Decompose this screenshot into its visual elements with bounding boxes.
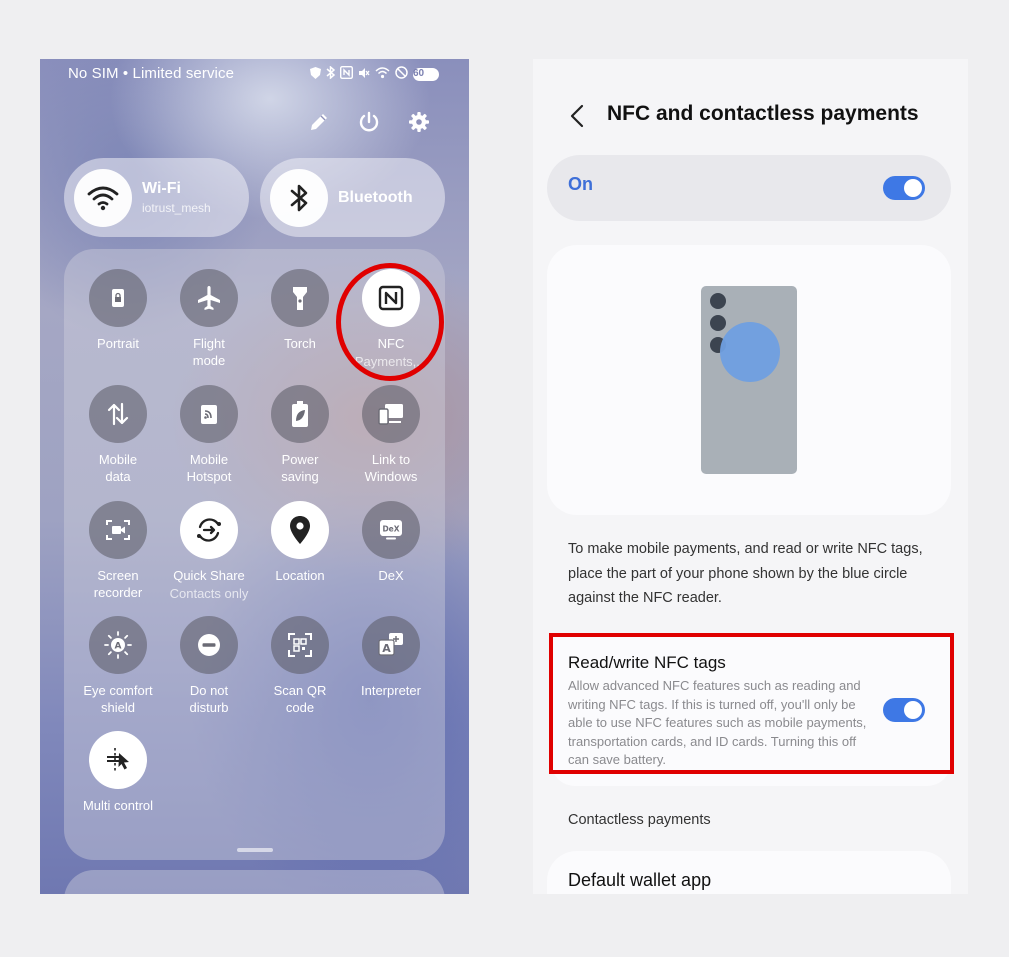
bluetooth-label: Bluetooth [338,188,413,206]
contactless-payments-section-label: Contactless payments [568,812,711,828]
media-panel [64,870,445,894]
tile-label: Multi control [82,798,154,813]
drag-handle[interactable] [237,848,273,852]
mobile-data-icon [89,385,147,443]
nfc-highlight-circle [336,263,444,381]
tile-label: Location [275,568,325,583]
quick-share-icon [180,501,238,559]
tile-label: Screen recorder [93,568,143,600]
page-title: NFC and contactless payments [607,102,919,125]
tile-label: DeX [378,568,404,583]
qr-scan-icon [271,616,329,674]
tile-label: Interpreter [361,683,421,698]
tile-label: Mobile Hotspot [186,452,232,484]
nfc-master-toggle-row[interactable]: On [547,155,951,221]
shield-icon [310,66,321,82]
wifi-status-icon [375,66,390,82]
tile-label: Quick Share [173,568,245,583]
tile-torch[interactable]: Torch [250,269,350,352]
multi-control-icon [89,731,147,789]
battery-leaf-icon [271,385,329,443]
tile-label: Torch [284,336,316,351]
camera-lens-icon [710,293,726,309]
svg-text:DeX: DeX [382,525,399,534]
tile-interpreter[interactable]: A Interpreter [341,616,441,699]
wifi-network-name: iotrust_mesh [142,201,211,215]
status-icons: 60 [310,65,439,82]
power-icon[interactable] [357,110,381,134]
tile-label: Mobile data [98,452,138,484]
svg-text:A: A [382,642,391,655]
nfc-master-switch[interactable] [883,176,925,200]
top-actions [307,110,431,134]
tile-mobile-hotspot[interactable]: Mobile Hotspot [159,385,259,485]
tile-quick-share[interactable]: Quick Share Contacts only [159,501,259,604]
nfc-illustration-card [547,245,951,515]
bluetooth-tile[interactable]: Bluetooth [260,158,445,237]
tile-location[interactable]: Location [250,501,350,584]
tile-screen-recorder[interactable]: Screen recorder [68,501,168,601]
tile-label: Flight mode [192,336,226,368]
battery-icon: 60 [413,67,439,81]
interpreter-icon: A [362,616,420,674]
lock-rotate-icon [89,269,147,327]
tile-label: Eye comfort shield [83,683,153,715]
dex-icon: DeX [362,501,420,559]
header: NFC and contactless payments [533,97,968,137]
bluetooth-icon [270,168,328,227]
tile-label: Portrait [97,336,139,351]
tile-scan-qr-code[interactable]: Scan QR code [250,616,350,716]
edit-pencil-icon[interactable] [307,110,331,134]
status-bar: No SIM • Limited service 60 [40,59,469,89]
tile-label: Power saving [281,452,319,484]
do-not-disturb-icon [180,616,238,674]
read-write-highlight-box [549,633,954,774]
location-pin-icon [271,501,329,559]
nfc-area-circle [720,322,780,382]
tile-link-to-windows[interactable]: Link to Windows [341,385,441,485]
tile-portrait[interactable]: Portrait [68,269,168,352]
phone-back-illustration [701,286,797,474]
nfc-status-icon [339,65,354,82]
back-arrow-icon[interactable] [567,103,589,129]
tile-label: Link to Windows [364,452,418,484]
canvas: No SIM • Limited service 60 Wi-Fi iotrus… [0,0,1009,957]
tile-mobile-data[interactable]: Mobile data [68,385,168,485]
tile-dex[interactable]: DeX DeX [341,501,441,584]
wifi-tile[interactable]: Wi-Fi iotrust_mesh [64,158,249,237]
tile-label: Scan QR code [273,683,327,715]
tile-eye-comfort-shield[interactable]: A Eye comfort shield [68,616,168,716]
svg-text:A: A [115,642,122,652]
flashlight-icon [271,269,329,327]
airplane-icon [180,269,238,327]
default-wallet-app-label: Default wallet app [568,870,712,890]
bluetooth-status-icon [326,65,336,82]
default-wallet-app-row[interactable]: Default wallet app [547,851,951,894]
quick-panel-screen: No SIM • Limited service 60 Wi-Fi iotrus… [40,59,469,894]
eye-comfort-icon: A [89,616,147,674]
tile-multi-control[interactable]: Multi control [68,731,168,814]
mute-icon [358,67,370,82]
settings-gear-icon[interactable] [407,110,431,134]
screen-recorder-icon [89,501,147,559]
switch-knob [904,179,922,197]
tile-do-not-disturb[interactable]: Do not disturb [159,616,259,716]
tile-power-saving[interactable]: Power saving [250,385,350,485]
tile-sublabel: Contacts only [169,586,249,601]
status-text: No SIM • Limited service [68,65,235,82]
tile-flight-mode[interactable]: Flight mode [159,269,259,369]
on-label: On [568,174,593,194]
tile-label: Do not disturb [189,683,229,715]
hotspot-icon [180,385,238,443]
no-signal-icon [395,66,408,82]
camera-lens-icon [710,315,726,331]
nfc-description: To make mobile payments, and read or wri… [568,541,923,606]
wifi-icon [74,168,132,227]
link-windows-icon [362,385,420,443]
wifi-label: Wi-Fi [142,180,181,197]
